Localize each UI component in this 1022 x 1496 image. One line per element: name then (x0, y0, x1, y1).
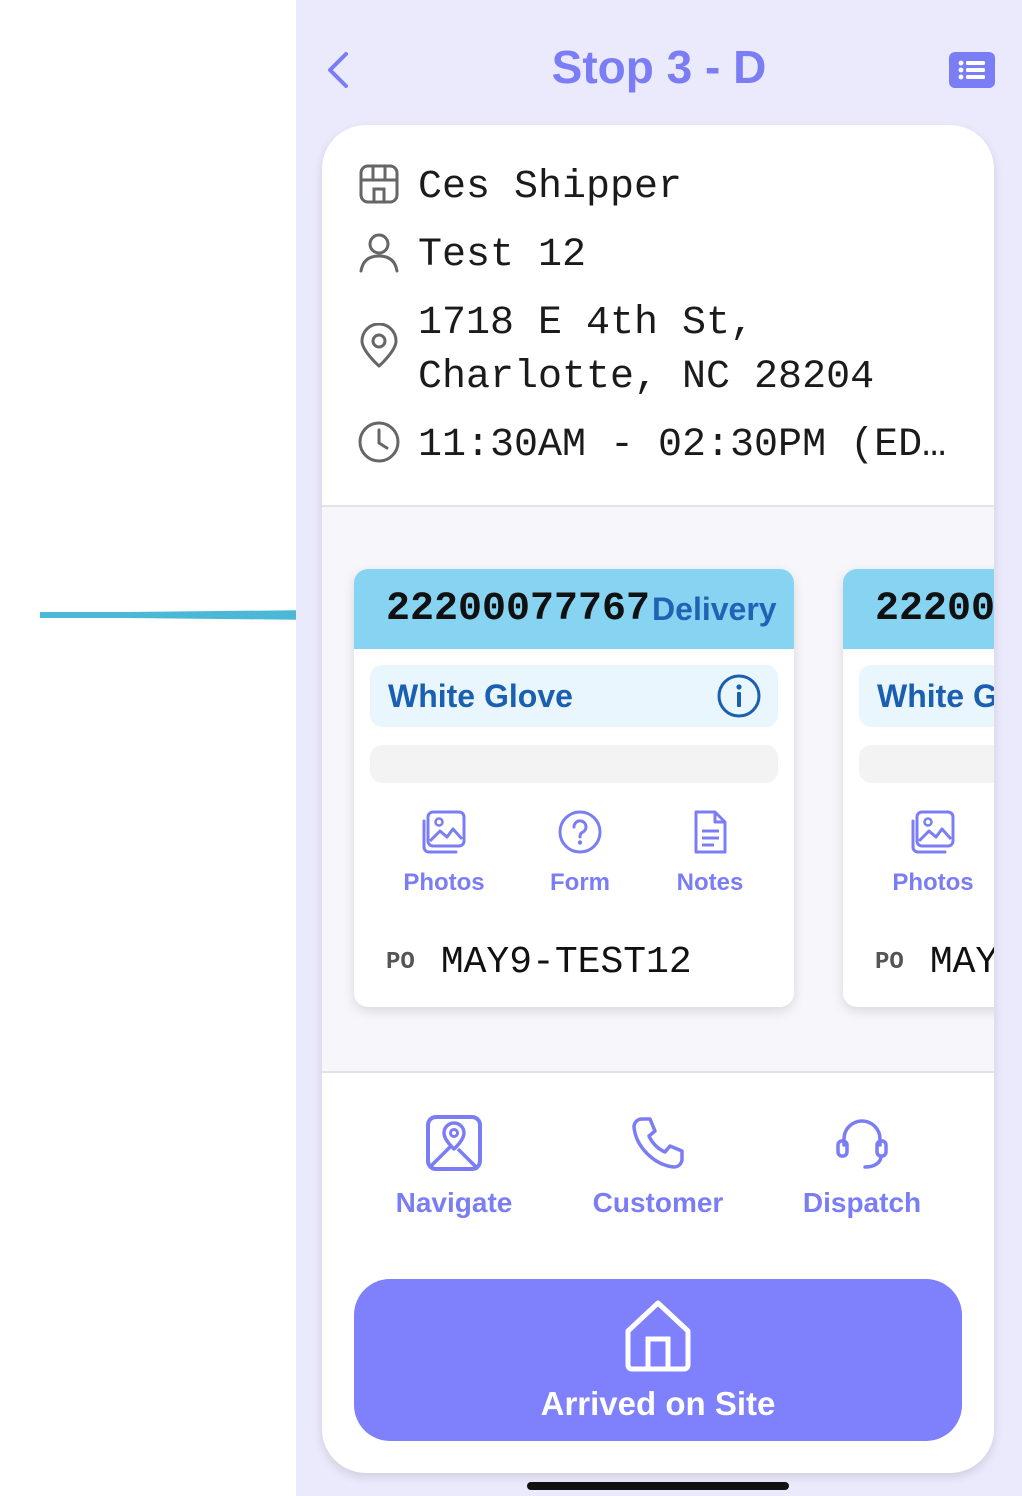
arrived-on-site-button[interactable]: Arrived on Site (354, 1279, 962, 1441)
po-number: MAY2 (929, 941, 994, 984)
time-row: 11:30AM - 02:30PM (ED… (356, 419, 946, 473)
order-number: 222000 (875, 586, 994, 632)
stop-card: Ces Shipper Test 12 1718 E 4th St, Charl… (322, 125, 994, 1473)
store-icon (359, 164, 399, 204)
person-icon (359, 233, 399, 273)
loading-bar (370, 745, 778, 783)
order-type: Delivery (652, 590, 777, 627)
time-window: 11:30AM - 02:30PM (ED… (418, 423, 947, 468)
address-row: 1718 E 4th St, Charlotte, NC 28204 (356, 297, 874, 405)
contact-row: Test 12 (356, 229, 586, 283)
po-label: PO (386, 949, 415, 976)
customer-button[interactable]: Customer (584, 1113, 732, 1219)
order-carousel[interactable]: 22200077767 Delivery White Glove Photos … (322, 507, 994, 1073)
po-number: MAY9-TEST12 (440, 941, 692, 984)
phone-screen: Stop 3 - D Ces Shipper Test 12 1718 E 4t… (296, 0, 1022, 1496)
navigate-button[interactable]: Navigate (386, 1113, 522, 1219)
shipper-row: Ces Shipper (356, 161, 682, 215)
form-button[interactable]: Form (520, 809, 640, 897)
arrived-on-site-label: Arrived on Site (540, 1385, 776, 1422)
location-pin-icon (360, 323, 398, 368)
order-actions: Photos (843, 809, 994, 909)
loading-bar (859, 745, 994, 783)
order-card[interactable]: 222000 White Glo Photos (843, 569, 994, 1007)
notes-button[interactable]: Notes (650, 809, 770, 897)
navigate-label: Navigate (395, 1187, 513, 1218)
divider (322, 1071, 994, 1073)
clock-icon (358, 421, 400, 463)
photos-label: Photos (892, 869, 974, 896)
question-circle-icon (558, 810, 602, 854)
dispatch-label: Dispatch (802, 1187, 922, 1218)
photos-icon (422, 810, 466, 854)
shipper-name: Ces Shipper (418, 165, 683, 210)
customer-label: Customer (592, 1187, 724, 1218)
po-row: PO MAY9-TEST12 (386, 941, 692, 984)
service-level: White Glove (370, 665, 778, 727)
map-icon (426, 1115, 482, 1171)
service-level-label: White Glo (877, 677, 994, 714)
order-card-header: 222000 (843, 569, 994, 649)
po-label: PO (875, 949, 904, 976)
headset-icon (836, 1119, 888, 1169)
form-label: Form (550, 869, 610, 896)
contact-actions: Navigate Customer Dispatch (322, 1113, 994, 1233)
po-row: PO MAY2 (875, 941, 994, 984)
top-bar: Stop 3 - D (296, 0, 1022, 130)
order-card-header: 22200077767 Delivery (354, 569, 794, 649)
service-level: White Glo (859, 665, 994, 727)
photos-label: Photos (403, 869, 485, 896)
dispatch-button[interactable]: Dispatch (792, 1113, 932, 1219)
address-line-1: 1718 E 4th St, (418, 301, 755, 346)
document-icon (694, 810, 727, 854)
home-icon (625, 1300, 691, 1372)
order-actions: Photos Form Notes (354, 809, 794, 909)
order-number: 22200077767 (386, 586, 651, 632)
photos-button[interactable]: Photos (384, 809, 504, 897)
list-icon[interactable] (949, 52, 995, 88)
order-card[interactable]: 22200077767 Delivery White Glove Photos … (354, 569, 794, 1007)
service-level-label: White Glove (388, 677, 573, 714)
phone-icon (632, 1117, 684, 1169)
photos-button[interactable]: Photos (873, 809, 993, 897)
contact-name: Test 12 (418, 233, 587, 278)
photos-icon (911, 810, 955, 854)
notes-label: Notes (676, 869, 744, 896)
page-title: Stop 3 - D (551, 41, 767, 93)
home-indicator (527, 1482, 789, 1490)
info-icon[interactable] (716, 673, 762, 719)
address-line-2: Charlotte, NC 28204 (418, 355, 875, 400)
